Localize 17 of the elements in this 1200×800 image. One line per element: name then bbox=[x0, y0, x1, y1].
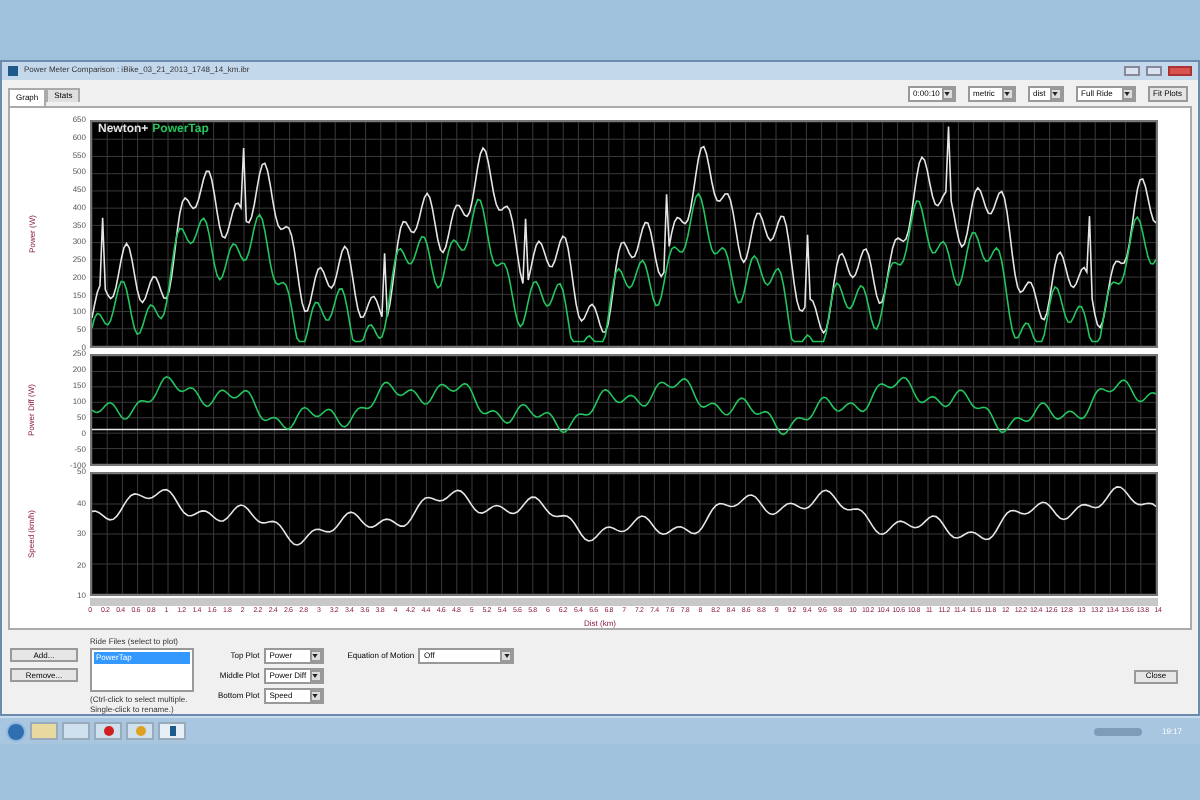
taskbar-folder-icon[interactable] bbox=[30, 722, 58, 740]
maximize-button[interactable] bbox=[1146, 65, 1162, 76]
dropdown-arrow-icon bbox=[1049, 88, 1062, 100]
taskbar-app-icon[interactable] bbox=[158, 722, 186, 740]
start-button[interactable] bbox=[6, 721, 26, 741]
dropdown-arrow-icon bbox=[309, 650, 322, 662]
dropdown-arrow-icon bbox=[500, 650, 513, 662]
taskbar-stop-icon[interactable] bbox=[94, 722, 122, 740]
dropdown-arrow-icon bbox=[1121, 88, 1134, 100]
horizontal-scrollbar[interactable] bbox=[90, 598, 1158, 606]
app-logo-icon bbox=[8, 65, 18, 76]
minimize-button[interactable] bbox=[1124, 65, 1140, 76]
dropdown-arrow-icon bbox=[309, 690, 322, 702]
dropdown-arrow-icon bbox=[941, 88, 954, 100]
dropdown-arrow-icon bbox=[309, 670, 322, 682]
dropdown-arrow-icon bbox=[1001, 88, 1014, 100]
close-button[interactable] bbox=[1168, 65, 1192, 76]
